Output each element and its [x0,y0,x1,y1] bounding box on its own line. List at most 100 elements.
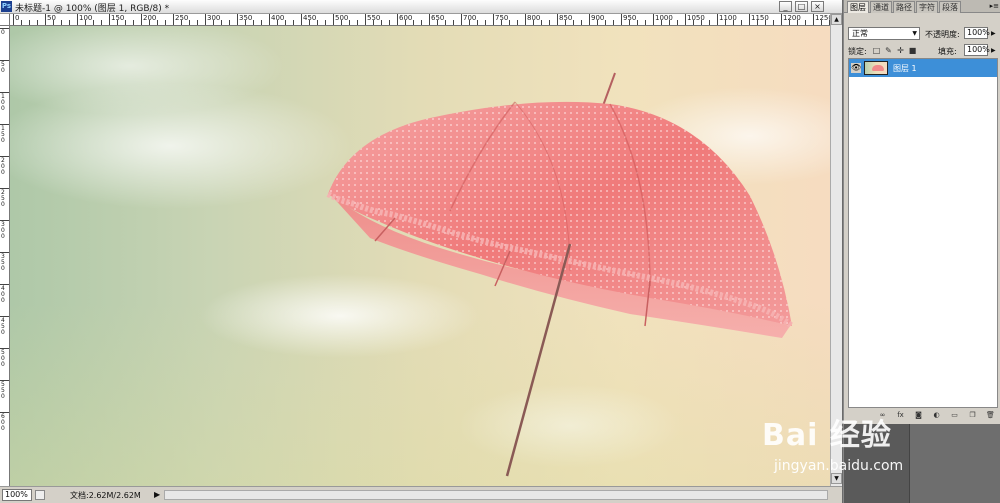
new-layer-icon[interactable]: ❐ [968,411,977,420]
image-canvas[interactable] [10,26,830,486]
ruler-label: 100 [1,93,5,112]
ruler-minor-tick [133,20,134,25]
trash-icon[interactable]: 🗑 [986,411,995,420]
ruler-corner[interactable] [0,14,10,26]
horizontal-ruler[interactable]: 0 50 100 150 200 250 300 350 400 450 500 550 600 650 7… [10,14,830,26]
ruler-minor-tick [277,20,278,25]
ruler-major-tick [365,14,366,25]
tab-paths[interactable]: 路径 [893,1,915,13]
ruler-minor-tick [229,20,230,25]
ruler-minor-tick [341,20,342,25]
layer-name: 图层 1 [893,64,917,73]
ruler-minor-tick [117,20,118,25]
ruler-major-tick [397,14,398,25]
ruler-label: 1100 [719,14,737,22]
ruler-minor-tick [405,20,406,25]
ruler-minor-tick [549,20,550,25]
move-lock-icon[interactable]: ✛ [896,46,905,55]
ruler-minor-tick [453,20,454,25]
ruler-minor-tick [573,20,574,25]
ruler-label: 0 [1,29,5,36]
fill-slider-icon[interactable]: ▶ [991,47,996,54]
ruler-minor-tick [325,20,326,25]
zoom-field[interactable]: 100% [2,489,32,501]
brush-lock-icon[interactable]: ✎ [884,46,893,55]
ruler-minor-tick [317,20,318,25]
lock-label: 锁定: [848,47,867,56]
panel-menu-icon[interactable]: ▸≡ [990,2,999,10]
ruler-minor-tick [757,20,758,25]
ruler-label: 250 [1,189,5,208]
ruler-minor-tick [389,20,390,25]
umbrella-image [326,72,794,477]
ruler-minor-tick [357,20,358,25]
ruler-minor-tick [181,20,182,25]
layer-row[interactable]: 👁 图层 1 [849,59,997,77]
photoshop-icon: Ps [1,1,12,12]
opacity-field[interactable]: 100% [964,27,990,39]
close-button[interactable]: × [811,1,824,12]
ruler-major-tick [781,14,782,25]
ruler-minor-tick [61,20,62,25]
ruler-major-tick [685,14,686,25]
ruler-minor-tick [637,20,638,25]
ruler-minor-tick [765,20,766,25]
ruler-minor-tick [437,20,438,25]
vertical-ruler[interactable]: 0 50 100 150 200 250 300 350 400 450 500 550 600 [0,26,10,486]
ruler-minor-tick [661,20,662,25]
transparency-lock-icon[interactable]: □ [872,46,881,55]
ruler-minor-tick [517,20,518,25]
fill-field[interactable]: 100% [964,44,990,56]
ruler-major-tick [173,14,174,25]
watermark-brand: Bai 经验 [762,418,892,453]
ruler-major-tick [237,14,238,25]
ruler-minor-tick [421,20,422,25]
scroll-up-icon[interactable]: ▲ [831,14,842,25]
opacity-slider-icon[interactable]: ▶ [991,30,996,37]
all-lock-icon[interactable]: ■ [908,46,917,55]
ruler-minor-tick [21,20,22,25]
ruler-minor-tick [445,20,446,25]
ruler-minor-tick [53,20,54,25]
status-menu-icon[interactable] [35,490,45,500]
ruler-major-tick [109,14,110,25]
ruler-major-tick [141,14,142,25]
ruler-minor-tick [381,20,382,25]
tab-character[interactable]: 字符 [916,1,938,13]
tab-paragraph[interactable]: 段落 [939,1,961,13]
ruler-minor-tick [125,20,126,25]
blend-mode-select[interactable]: 正常 ▼ [848,27,920,40]
ruler-minor-tick [709,20,710,25]
chevron-down-icon: ▼ [912,30,917,37]
ruler-major-tick [653,14,654,25]
layers-list: 👁 图层 1 [848,58,998,408]
ruler-major-tick [333,14,334,25]
status-bar: 100% 文档:2.62M/2.62M ▶ [0,486,842,503]
eye-icon[interactable]: 👁 [851,63,861,73]
ruler-minor-tick [93,20,94,25]
status-info-arrow-icon[interactable]: ▶ [154,490,160,499]
tab-layers[interactable]: 图层 [847,1,869,13]
minimize-button[interactable]: _ [779,1,792,12]
watermark-url: jingyan.baidu.com [774,458,904,474]
ruler-minor-tick [485,20,486,25]
ruler-minor-tick [741,20,742,25]
document-titlebar[interactable]: Ps 未标题-1 @ 100% (图层 1, RGB/8) * _ □ × [0,0,842,14]
ruler-label: 1050 [687,14,705,22]
ruler-major-tick [45,14,46,25]
horizontal-scrollbar[interactable] [164,490,828,500]
maximize-button[interactable]: □ [795,1,808,12]
ruler-minor-tick [101,20,102,25]
ruler-major-tick [13,14,14,25]
fill-label: 填充: [938,47,957,56]
ruler-minor-tick [677,20,678,25]
ruler-minor-tick [69,20,70,25]
document-window: Ps 未标题-1 @ 100% (图层 1, RGB/8) * _ □ × 0 5… [0,0,842,503]
ruler-minor-tick [725,20,726,25]
ruler-major-tick [77,14,78,25]
ruler-minor-tick [29,20,30,25]
tab-channels[interactable]: 通道 [870,1,892,13]
document-title: 未标题-1 @ 100% (图层 1, RGB/8) * [15,4,170,14]
ruler-minor-tick [509,20,510,25]
ruler-minor-tick [245,20,246,25]
